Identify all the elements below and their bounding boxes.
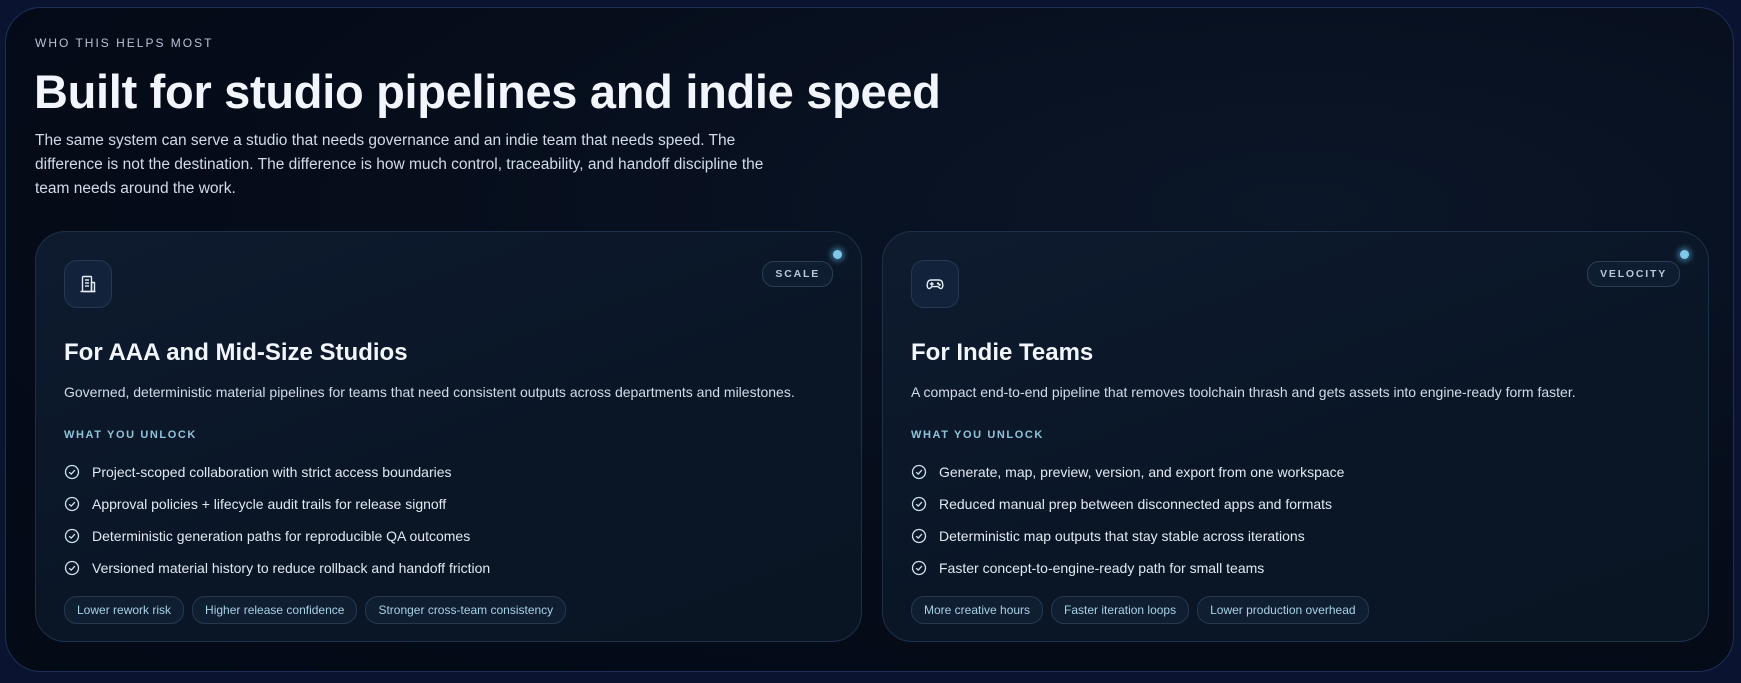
card-title: For AAA and Mid-Size Studios xyxy=(64,339,408,366)
list-item: Approval policies + lifecycle audit trai… xyxy=(64,488,490,520)
list-item: Faster concept-to-engine-ready path for … xyxy=(911,552,1344,584)
outcome-chips: More creative hours Faster iteration loo… xyxy=(911,596,1369,624)
list-item-text: Faster concept-to-engine-ready path for … xyxy=(939,560,1265,576)
velocity-badge: VELOCITY xyxy=(1587,261,1680,287)
outcome-chip: Higher release confidence xyxy=(192,596,358,624)
benefit-list: Generate, map, preview, version, and exp… xyxy=(911,456,1344,584)
status-indicator-dot xyxy=(1680,250,1689,259)
list-item-text: Approval policies + lifecycle audit trai… xyxy=(92,496,447,512)
gamepad-icon xyxy=(911,260,959,308)
check-circle-icon xyxy=(64,528,80,544)
list-item-text: Generate, map, preview, version, and exp… xyxy=(939,464,1345,480)
unlock-label: WHAT YOU UNLOCK xyxy=(64,429,197,441)
card-description: A compact end-to-end pipeline that remov… xyxy=(911,384,1576,400)
audience-section: WHO THIS HELPS MOST Built for studio pip… xyxy=(5,7,1734,672)
indie-card: VELOCITY For Indie Teams A compact end-t… xyxy=(882,231,1709,642)
list-item-text: Versioned material history to reduce rol… xyxy=(92,560,491,576)
outcome-chip: Faster iteration loops xyxy=(1051,596,1190,624)
check-circle-icon xyxy=(64,464,80,480)
outcome-chip: Stronger cross-team consistency xyxy=(365,596,567,624)
building-icon xyxy=(64,260,112,308)
status-indicator-dot xyxy=(833,250,842,259)
outcome-chip: Lower rework risk xyxy=(64,596,185,624)
list-item-text: Deterministic generation paths for repro… xyxy=(92,528,471,544)
outcome-chips: Lower rework risk Higher release confide… xyxy=(64,596,567,624)
outcome-chip: Lower production overhead xyxy=(1197,596,1369,624)
list-item-text: Reduced manual prep between disconnected… xyxy=(939,496,1333,512)
list-item: Deterministic map outputs that stay stab… xyxy=(911,520,1344,552)
check-circle-icon xyxy=(911,528,927,544)
list-item: Generate, map, preview, version, and exp… xyxy=(911,456,1344,488)
check-circle-icon xyxy=(911,496,927,512)
list-item: Versioned material history to reduce rol… xyxy=(64,552,490,584)
list-item: Deterministic generation paths for repro… xyxy=(64,520,490,552)
card-description: Governed, deterministic material pipelin… xyxy=(64,384,795,400)
studios-card: SCALE For AAA and Mid-Size Studios Gover… xyxy=(35,231,862,642)
section-eyebrow: WHO THIS HELPS MOST xyxy=(35,36,214,50)
check-circle-icon xyxy=(64,560,80,576)
list-item-text: Project-scoped collaboration with strict… xyxy=(92,464,452,480)
unlock-label: WHAT YOU UNLOCK xyxy=(911,429,1044,441)
benefit-list: Project-scoped collaboration with strict… xyxy=(64,456,490,584)
card-title: For Indie Teams xyxy=(911,339,1094,366)
check-circle-icon xyxy=(911,560,927,576)
list-item: Reduced manual prep between disconnected… xyxy=(911,488,1344,520)
check-circle-icon xyxy=(64,496,80,512)
scale-badge: SCALE xyxy=(762,261,833,287)
section-title: Built for studio pipelines and indie spe… xyxy=(34,65,941,118)
section-subtitle: The same system can serve a studio that … xyxy=(35,132,764,197)
outcome-chip: More creative hours xyxy=(911,596,1044,624)
list-item: Project-scoped collaboration with strict… xyxy=(64,456,490,488)
check-circle-icon xyxy=(911,464,927,480)
list-item-text: Deterministic map outputs that stay stab… xyxy=(939,528,1305,544)
